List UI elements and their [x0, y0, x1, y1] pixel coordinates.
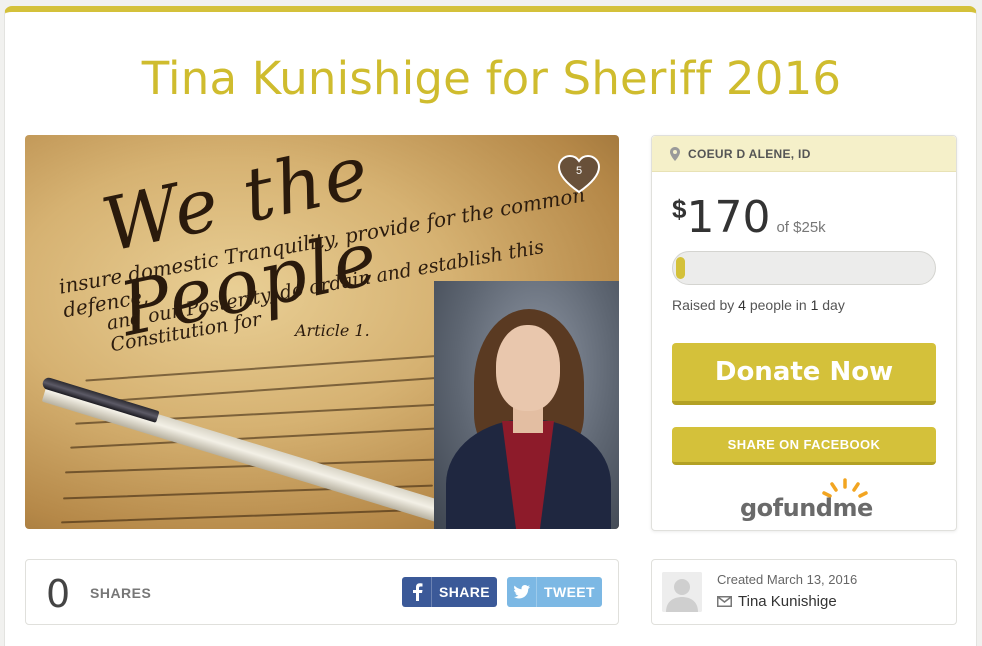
raised-summary: Raised by 4 people in 1 day: [672, 297, 845, 313]
organizer-avatar[interactable]: [662, 572, 702, 612]
candidate-portrait: [434, 281, 619, 529]
logo-me: me: [832, 494, 873, 522]
facebook-share-label: SHARE: [438, 584, 490, 600]
raised-amount: 170: [686, 192, 771, 243]
person-silhouette-icon: [662, 572, 702, 612]
location-text: COEUR D ALENE, ID: [688, 146, 811, 161]
like-count: 5: [575, 165, 583, 177]
like-button[interactable]: 5: [557, 154, 601, 195]
share-on-facebook-button[interactable]: SHARE ON FACEBOOK: [672, 427, 936, 465]
campaign-title: Tina Kunishige for Sheriff 2016: [141, 52, 842, 105]
donor-count: 4: [738, 297, 746, 313]
share-count-label: SHARES: [90, 585, 152, 601]
hero-script-line: Article 1.: [295, 321, 370, 340]
facebook-share-button[interactable]: SHARE: [402, 577, 497, 607]
organizer-contact-link[interactable]: Tina Kunishige: [717, 593, 837, 610]
twitter-tweet-button[interactable]: TWEET: [507, 577, 602, 607]
progress-fill: [676, 257, 685, 279]
logo-go: go: [740, 494, 773, 522]
created-date: Created March 13, 2016: [717, 572, 858, 587]
location-bar: COEUR D ALENE, ID: [652, 136, 956, 172]
raised-mid: people in: [749, 297, 807, 313]
amount-raised: $ 170 of $25k: [672, 192, 826, 243]
raised-suffix: day: [822, 297, 845, 313]
goal-text: of $25k: [776, 219, 826, 236]
logo-fund: fund: [772, 494, 833, 522]
envelope-icon: [717, 596, 732, 607]
days-count: 1: [810, 297, 819, 313]
donate-now-button[interactable]: Donate Now: [672, 343, 936, 405]
campaign-hero-image: We the People insure domestic Tranquilit…: [25, 135, 619, 529]
organizer-card: Created March 13, 2016 Tina Kunishige: [651, 559, 957, 625]
twitter-bird-icon: [507, 577, 537, 607]
progress-bar: [672, 251, 936, 285]
facebook-icon: [402, 577, 432, 607]
twitter-tweet-label: TWEET: [544, 584, 595, 600]
raised-prefix: Raised by: [672, 297, 735, 313]
donation-card: COEUR D ALENE, ID $ 170 of $25k Raised b…: [651, 135, 957, 531]
campaign-page: Tina Kunishige for Sheriff 2016 We the P…: [4, 6, 977, 646]
organizer-name: Tina Kunishige: [738, 593, 837, 610]
gofundme-logo: gofundme: [740, 476, 873, 524]
currency-symbol: $: [672, 194, 687, 224]
gofundme-wordmark: gofundme: [740, 494, 873, 522]
share-bar: 0 SHARES SHARE TWEET: [25, 559, 619, 625]
map-pin-icon: [670, 146, 680, 161]
share-count: 0: [46, 572, 71, 616]
